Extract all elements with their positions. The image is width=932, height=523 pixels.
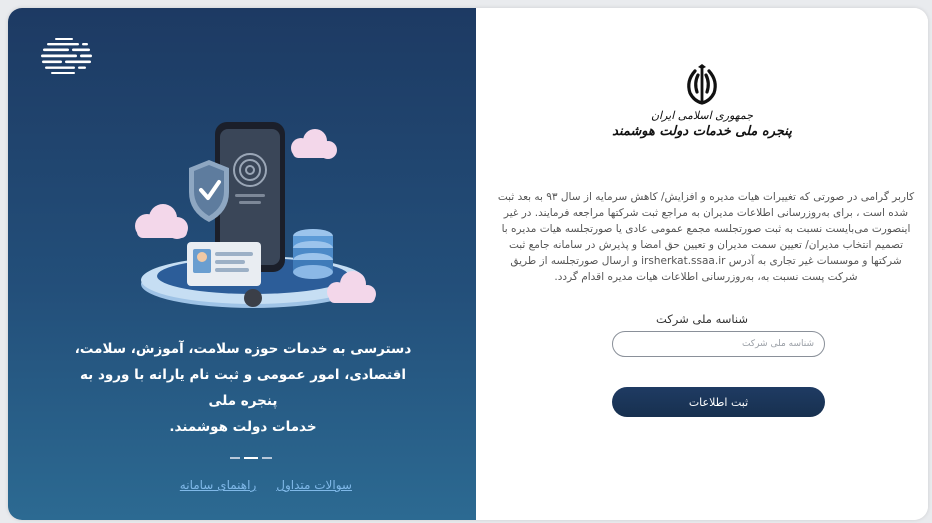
notice-line: کاربر گرامی در صورتی که تغییرات هیات مدی… [497,191,915,203]
headline-line: خدمات دولت هوشمند. [169,419,317,435]
portal-name: پنجره ملی خدمات دولت هوشمند [612,124,792,139]
system-guide-link[interactable]: راهنمای سامانه [180,478,256,492]
company-id-label: شناسه ملی شرکت [655,312,749,326]
services-headline: دسترسی به خدمات حوزه سلامت، آموزش، سلامت… [68,336,418,440]
headline-line: دسترسی به خدمات حوزه سلامت، آموزش، سلامت… [74,341,412,357]
headline-line: اقتصادی، امور عمومی و ثبت نام یارانه با … [79,367,407,409]
emblem-caption: جمهوری اسلامی ایران [650,109,754,122]
form-panel: جمهوری اسلامی ایران پنجره ملی خدمات دولت… [476,8,928,520]
carousel-dot-active[interactable] [244,457,258,459]
globe-icon [41,38,92,74]
notice-line: تصمیم انتخاب مدیران/ تعیین سمت مدیران و … [508,239,904,251]
faq-link[interactable]: سوالات متداول [276,478,352,492]
login-window: دسترسی به خدمات حوزه سلامت، آموزش، سلامت… [8,8,928,520]
phone-fingerprint-illustration [135,122,376,308]
notice-line: شده است ، برای به‌روزرسانی اطلاعات مدیرا… [503,207,909,219]
notice-line: اینصورت می‌بایست نسبت به ثبت صورتجلسه مج… [501,223,911,235]
government-emblem: جمهوری اسلامی ایران پنجره ملی خدمات دولت… [476,63,928,139]
carousel-dot[interactable] [262,457,272,459]
company-id-input[interactable] [612,331,825,357]
notice-line: شرکت پست نسبت به، به‌روزرسانی اطلاعات هی… [554,271,858,283]
notice-line: شرکتها و موسسات غیر تجاری به آدرس irsher… [510,255,902,267]
iran-emblem-icon [687,64,717,105]
help-links: سوالات متداول راهنمای سامانه [142,478,352,492]
notice-text: کاربر گرامی در صورتی که تغییرات هیات مدی… [490,189,922,285]
carousel-indicator[interactable] [230,457,274,461]
submit-button[interactable]: ثبت اطلاعات [612,387,825,417]
carousel-dot[interactable] [230,457,240,459]
info-panel: دسترسی به خدمات حوزه سلامت، آموزش، سلامت… [8,8,476,520]
